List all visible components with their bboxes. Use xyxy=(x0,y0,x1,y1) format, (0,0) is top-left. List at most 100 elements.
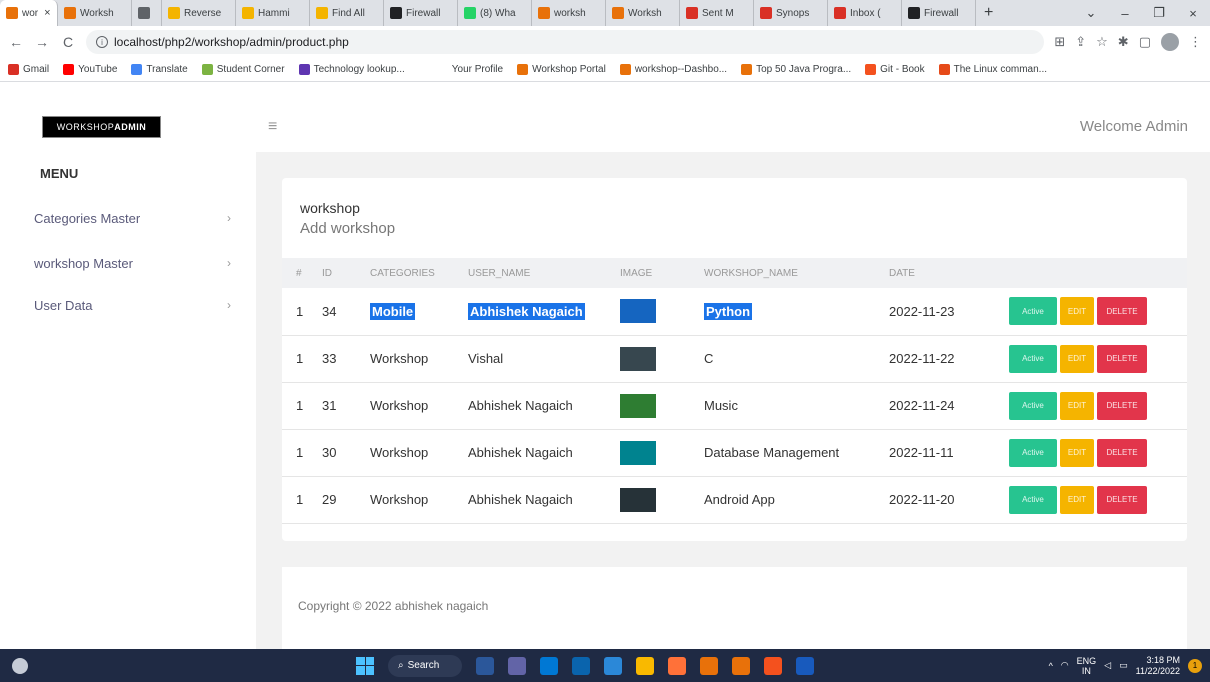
edit-button[interactable]: EDIT xyxy=(1060,391,1094,420)
bookmark-item[interactable]: Translate xyxy=(131,64,188,75)
sidebar-item-user-data[interactable]: User Data › xyxy=(0,290,256,320)
start-button-icon[interactable] xyxy=(356,656,374,675)
tab-search-icon[interactable]: ⌄ xyxy=(1074,5,1108,21)
edit-button[interactable]: EDIT xyxy=(1060,344,1094,373)
bookmark-item[interactable]: The Linux comman... xyxy=(938,64,1047,75)
close-icon[interactable]: × xyxy=(44,7,50,19)
edit-button[interactable]: EDIT xyxy=(1060,438,1094,467)
chevron-up-icon[interactable]: ^ xyxy=(1049,661,1053,671)
bookmark-favicon-icon xyxy=(8,64,19,75)
hamburger-icon[interactable]: ≡ xyxy=(268,118,277,136)
browser-tab[interactable]: Hammi xyxy=(236,0,310,26)
tab-favicon-icon xyxy=(760,7,772,19)
taskbar-app-icon[interactable] xyxy=(700,656,718,675)
browser-tab[interactable]: Firewall xyxy=(902,0,976,26)
extensions-icon[interactable]: ✱ xyxy=(1118,34,1129,50)
tab-label: Reverse xyxy=(184,7,222,19)
category-text: Workshop xyxy=(370,398,429,413)
brand-logo[interactable]: WORKSHOP ADMIN xyxy=(42,116,161,138)
profile-avatar[interactable] xyxy=(1161,33,1179,51)
reload-icon[interactable]: C xyxy=(60,34,76,50)
sidebar-item-workshop-master[interactable]: workshop Master › xyxy=(0,248,256,278)
browser-tab[interactable] xyxy=(132,0,162,26)
taskbar-app-icon[interactable] xyxy=(572,656,590,675)
bookmark-item[interactable]: Gmail xyxy=(8,64,49,75)
wifi-icon[interactable]: ◠ xyxy=(1061,660,1069,671)
delete-button[interactable]: DELETE xyxy=(1097,297,1147,326)
delete-button[interactable]: DELETE xyxy=(1097,391,1147,420)
active-button[interactable]: Active xyxy=(1009,391,1057,420)
chevron-right-icon: › xyxy=(227,256,231,270)
restore-icon[interactable]: ❐ xyxy=(1142,5,1176,21)
new-tab-icon[interactable]: + xyxy=(976,0,1001,26)
active-button[interactable]: Active xyxy=(1009,438,1057,467)
bookmark-item[interactable]: Workshop Portal xyxy=(517,64,606,75)
browser-tab[interactable]: Inbox ( xyxy=(828,0,902,26)
share-icon[interactable]: ⇪ xyxy=(1075,34,1086,50)
site-info-icon[interactable]: i xyxy=(96,36,108,48)
address-bar[interactable]: i localhost/php2/workshop/admin/product.… xyxy=(86,30,1045,54)
translate-icon[interactable]: ⊞ xyxy=(1054,34,1065,50)
active-button[interactable]: Active xyxy=(1009,344,1057,373)
active-button[interactable]: Active xyxy=(1009,297,1057,326)
weather-icon[interactable] xyxy=(12,657,28,674)
browser-tab[interactable]: wor × xyxy=(0,0,58,26)
browser-tab[interactable]: Worksh xyxy=(606,0,680,26)
browser-tab[interactable]: worksh xyxy=(532,0,606,26)
close-window-icon[interactable]: × xyxy=(1176,6,1210,21)
browser-tab[interactable]: Sent M xyxy=(680,0,754,26)
delete-button[interactable]: DELETE xyxy=(1097,344,1147,373)
sidebar-item-categories-master[interactable]: Categories Master › xyxy=(0,203,256,233)
browser-tab[interactable]: Reverse xyxy=(162,0,236,26)
delete-button[interactable]: DELETE xyxy=(1097,438,1147,467)
bookmark-item[interactable]: Your Profile xyxy=(436,64,503,75)
sidepanel-icon[interactable]: ▢ xyxy=(1139,34,1151,50)
user-text: Abhishek Nagaich xyxy=(468,398,573,413)
sidebar: MENU Categories Master › workshop Master… xyxy=(0,152,256,649)
menu-kebab-icon[interactable]: ⋮ xyxy=(1189,34,1202,50)
clock[interactable]: 3:18 PM 11/22/2022 xyxy=(1136,655,1180,677)
taskbar-app-icon[interactable] xyxy=(540,656,558,675)
bookmark-item[interactable]: YouTube xyxy=(63,64,117,75)
bookmark-item[interactable]: Technology lookup... xyxy=(298,64,405,75)
cell-user: Abhishek Nagaich xyxy=(468,476,620,523)
tab-label: Worksh xyxy=(80,7,114,19)
notification-badge[interactable]: 1 xyxy=(1188,658,1202,673)
cell-category: Workshop xyxy=(370,335,468,382)
browser-tab[interactable]: (8) Wha xyxy=(458,0,532,26)
add-workshop-link[interactable]: Add workshop xyxy=(300,220,395,237)
browser-tab[interactable]: Worksh xyxy=(58,0,132,26)
active-button[interactable]: Active xyxy=(1009,485,1057,514)
edit-button[interactable]: EDIT xyxy=(1060,485,1094,514)
taskbar-app-icon[interactable] xyxy=(636,656,654,675)
tab-label: Firewall xyxy=(924,7,959,19)
tab-label: Inbox ( xyxy=(850,7,881,19)
star-icon[interactable]: ☆ xyxy=(1096,34,1108,50)
tab-favicon-icon xyxy=(908,7,920,19)
edit-button[interactable]: EDIT xyxy=(1060,297,1094,326)
volume-icon[interactable]: ◁ xyxy=(1104,660,1111,671)
browser-tab[interactable]: Synops xyxy=(754,0,828,26)
delete-button[interactable]: DELETE xyxy=(1097,485,1147,514)
forward-icon[interactable]: → xyxy=(34,34,50,50)
taskbar-app-icon[interactable] xyxy=(668,656,686,675)
language-indicator[interactable]: ENG IN xyxy=(1077,656,1097,676)
taskbar-app-icon[interactable] xyxy=(476,656,494,675)
taskbar-app-icon[interactable] xyxy=(796,656,814,675)
bookmark-item[interactable]: workshop--Dashbo... xyxy=(619,64,727,75)
minimize-icon[interactable]: – xyxy=(1108,6,1142,21)
browser-tab[interactable]: Find All xyxy=(310,0,384,26)
taskbar-app-icon[interactable] xyxy=(508,656,526,675)
taskbar-search[interactable]: ⌕ Search xyxy=(388,654,462,677)
bookmark-item[interactable]: Student Corner xyxy=(201,64,285,75)
battery-icon[interactable]: ▭ xyxy=(1119,660,1128,671)
taskbar-app-icon[interactable] xyxy=(604,656,622,675)
bookmark-item[interactable]: Top 50 Java Progra... xyxy=(741,64,851,75)
browser-tab[interactable]: Firewall xyxy=(384,0,458,26)
taskbar-app-icon[interactable] xyxy=(732,656,750,675)
taskbar-app-icon[interactable] xyxy=(764,656,782,675)
brand-light: WORKSHOP xyxy=(56,122,115,132)
user-text: Abhishek Nagaich xyxy=(468,302,585,320)
bookmark-item[interactable]: Git - Book xyxy=(865,64,925,75)
back-icon[interactable]: ← xyxy=(8,34,24,50)
